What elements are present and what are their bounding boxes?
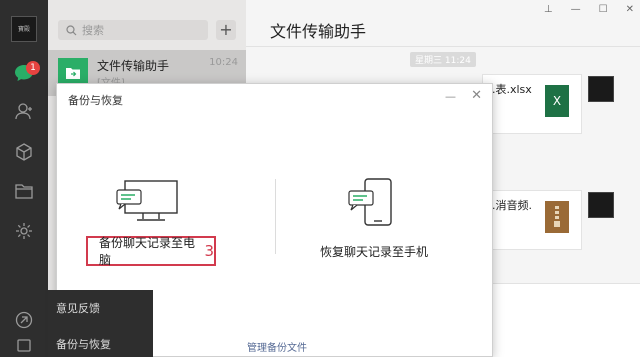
excel-file-icon: X <box>545 85 569 117</box>
maximize-icon[interactable]: ☐ <box>599 4 608 15</box>
avatar[interactable] <box>588 76 614 102</box>
step-marker: 3 <box>204 242 214 260</box>
restore-to-phone-button[interactable]: 恢复聊天记录至手机 <box>320 243 428 260</box>
zip-file-icon <box>545 201 569 233</box>
avatar-text: 寶殿 <box>17 25 30 33</box>
avatar[interactable] <box>588 192 614 218</box>
timestamp-chip: 星期三 11:24 <box>410 52 476 67</box>
favorites-icon[interactable] <box>13 141 35 163</box>
divider <box>246 46 640 47</box>
option-divider <box>275 179 276 254</box>
unread-badge: 1 <box>26 61 40 75</box>
minimize-icon[interactable]: — <box>445 90 456 103</box>
add-button[interactable]: + <box>216 20 236 40</box>
window-controls: ⊥ — ☐ ✕ <box>544 4 634 15</box>
avatar[interactable]: 寶殿 <box>11 16 37 42</box>
folder-icon[interactable] <box>13 180 35 202</box>
sidebar-rail: 寶殿 1 <box>0 0 48 357</box>
menu-item-backup-restore[interactable]: 备份与恢复 <box>56 336 111 352</box>
menu-icon[interactable] <box>13 334 35 356</box>
chat-item-name: 文件传输助手 <box>97 59 170 73</box>
phone-link-icon[interactable] <box>13 309 35 331</box>
minimize-icon[interactable]: — <box>571 4 581 15</box>
phone-icon[interactable] <box>347 177 395 231</box>
search-input[interactable] <box>82 23 202 37</box>
backup-to-pc-label: 备份聊天记录至电脑 <box>99 236 196 267</box>
dialog-title: 备份与恢复 <box>68 94 123 107</box>
pin-icon[interactable]: ⊥ <box>544 4 553 15</box>
close-icon[interactable]: ✕ <box>626 4 634 15</box>
file-message-zip[interactable]: ...消音频. <box>482 190 582 250</box>
close-icon[interactable]: ✕ <box>471 88 482 103</box>
chat-item-time: 10:24 <box>209 57 238 68</box>
contacts-icon[interactable] <box>13 100 35 122</box>
mini-program-icon[interactable] <box>13 220 35 242</box>
manage-backup-link[interactable]: 管理备份文件 <box>247 339 307 354</box>
backup-to-pc-button[interactable]: 备份聊天记录至电脑 3 <box>86 236 216 267</box>
search-icon <box>66 24 77 35</box>
chat-title: 文件传输助手 <box>270 22 367 41</box>
menu-item-feedback[interactable]: 意见反馈 <box>56 300 100 316</box>
file-message-xlsx[interactable]: ...表.xlsx X <box>482 74 582 134</box>
search-box[interactable] <box>58 20 208 40</box>
computer-icon[interactable] <box>115 177 181 227</box>
settings-popup-menu: 意见反馈 备份与恢复 <box>48 290 153 357</box>
